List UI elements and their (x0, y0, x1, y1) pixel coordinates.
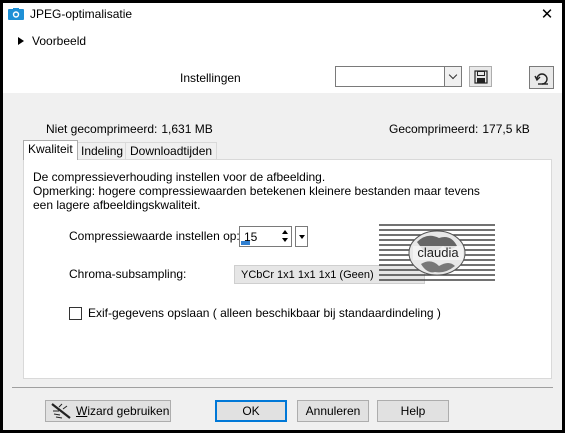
exif-option[interactable]: Exif-gegevens opslaan ( alleen beschikba… (69, 306, 441, 320)
exif-label: Exif-gegevens opslaan ( alleen beschikba… (88, 306, 441, 320)
description-line: Opmerking: hogere compressiewaarden bete… (33, 184, 480, 198)
save-preset-button[interactable] (469, 66, 492, 87)
expand-arrow-icon (18, 37, 24, 45)
help-button[interactable]: Help (377, 400, 449, 422)
uncompressed-size: Niet gecomprimeerd: 1,631 MB (46, 122, 213, 136)
settings-bar: Instellingen (3, 59, 562, 93)
tab-indeling[interactable]: Indeling (76, 142, 129, 159)
description-line: De compressieverhouding instellen voor d… (33, 170, 326, 184)
close-button[interactable]: ✕ (534, 3, 560, 25)
stepper-down-button[interactable] (279, 236, 290, 244)
stepper-up-button[interactable] (279, 228, 290, 236)
footer-divider (12, 387, 553, 388)
stepper-arrows[interactable] (279, 228, 290, 245)
compression-stepper[interactable]: 15 (239, 226, 292, 247)
arrow-down-icon (281, 238, 288, 242)
close-icon: ✕ (540, 5, 554, 23)
claudia-watermark: claudia (379, 224, 495, 281)
compressed-label: Gecomprimeerd: (389, 122, 479, 136)
quality-description: De compressieverhouding instellen voor d… (33, 170, 480, 212)
chevron-down-icon (448, 70, 458, 80)
settings-label: Instellingen (180, 71, 241, 85)
preview-label: Voorbeeld (32, 34, 87, 48)
uncompressed-label: Niet gecomprimeerd: (46, 122, 158, 136)
wizard-button[interactable]: Wizard gebruiken (45, 400, 171, 422)
chroma-label: Chroma-subsampling: (69, 267, 187, 281)
arrow-up-icon (281, 230, 288, 234)
chroma-value: YCbCr 1x1 1x1 1x1 (Geen) (241, 269, 374, 281)
tab-downloadtijden[interactable]: Downloadtijden (125, 142, 218, 159)
title-bar: JPEG-optimalisatie ✕ (3, 3, 562, 25)
quality-panel: De compressieverhouding instellen voor d… (23, 159, 552, 379)
cancel-button[interactable]: Annuleren (297, 400, 369, 422)
watermark-text: claudia (417, 245, 459, 260)
wizard-label: Wizard gebruiken (76, 404, 170, 418)
camera-icon (8, 8, 24, 20)
jpeg-optimizer-dialog: JPEG-optimalisatie ✕ Voorbeeld Instellin… (3, 3, 562, 430)
window-title: JPEG-optimalisatie (30, 7, 133, 21)
exif-checkbox[interactable] (69, 306, 82, 320)
reset-defaults-button[interactable] (529, 66, 554, 89)
compression-slider-popup-button[interactable] (295, 226, 308, 247)
ok-button[interactable]: OK (215, 400, 287, 422)
compressed-size: Gecomprimeerd: 177,5 kB (389, 122, 530, 136)
tab-kwaliteit[interactable]: Kwaliteit (23, 140, 78, 160)
reset-defaults-icon (533, 72, 548, 85)
uncompressed-value: 1,631 MB (161, 122, 213, 136)
floppy-disk-icon (473, 69, 488, 84)
arrow-down-icon (298, 234, 305, 239)
compression-label: Compressiewaarde instellen op: (69, 229, 240, 243)
preview-toggle[interactable]: Voorbeeld (18, 34, 86, 48)
preset-value (336, 67, 444, 86)
preset-dropdown-button[interactable] (444, 67, 461, 86)
preset-dropdown[interactable] (335, 66, 462, 87)
compressed-value: 177,5 kB (482, 122, 530, 136)
compression-slider-bar[interactable] (241, 241, 250, 245)
description-line: een lagere afbeeldingskwaliteit. (33, 198, 201, 212)
magic-wand-icon (51, 403, 71, 419)
